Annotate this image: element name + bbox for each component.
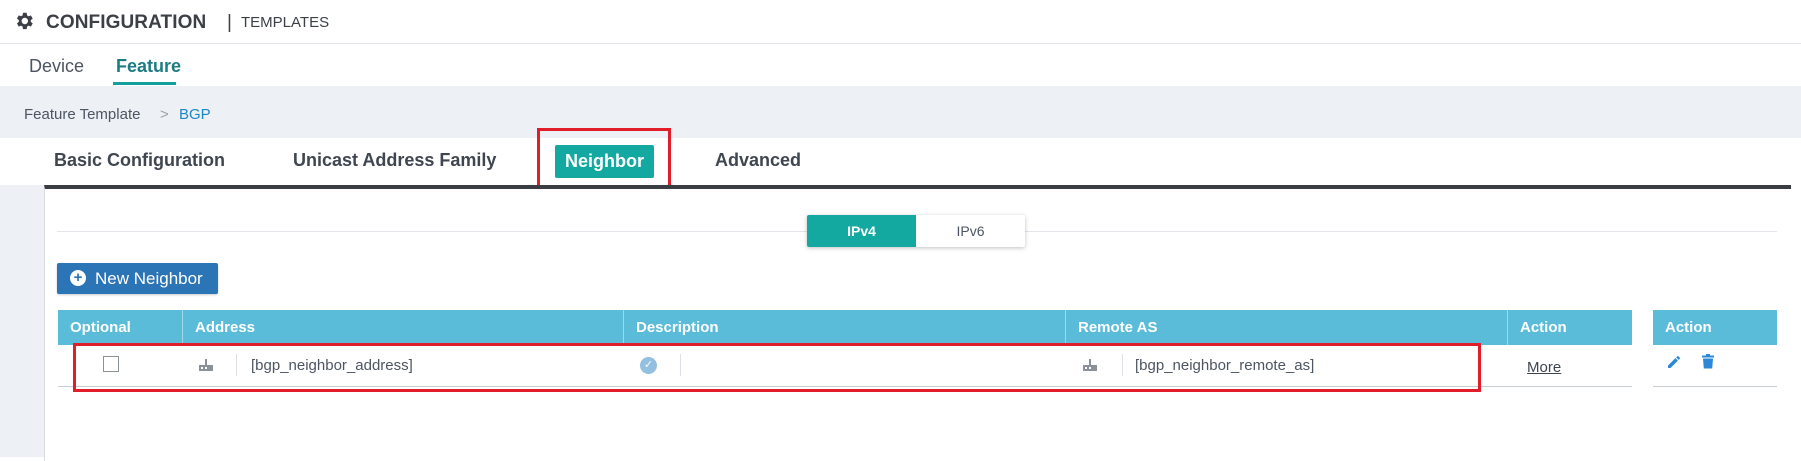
- breadcrumb-feature-template[interactable]: Feature Template: [24, 106, 140, 123]
- column-remote-as: Remote AS: [1066, 310, 1508, 345]
- page-title: CONFIGURATION: [46, 12, 207, 33]
- new-neighbor-label: New Neighbor: [95, 269, 203, 288]
- more-link[interactable]: More: [1527, 359, 1561, 376]
- breadcrumb: Feature Template > BGP: [0, 86, 1801, 138]
- column-optional: Optional: [58, 310, 183, 345]
- left-gutter: [0, 185, 44, 457]
- tab-basic-configuration[interactable]: Basic Configuration: [54, 150, 225, 171]
- new-neighbor-button[interactable]: + New Neighbor: [57, 263, 218, 294]
- breadcrumb-current: BGP: [179, 106, 211, 123]
- tab-advanced[interactable]: Advanced: [715, 150, 801, 171]
- plus-circle-icon: +: [70, 270, 86, 286]
- ipv6-option[interactable]: IPv6: [916, 215, 1025, 247]
- title-separator: |: [227, 12, 232, 33]
- action-row: [1653, 345, 1777, 387]
- column-action-2: Action: [1665, 319, 1712, 336]
- trash-icon[interactable]: [1702, 354, 1714, 369]
- column-address: Address: [183, 310, 624, 345]
- column-description: Description: [624, 310, 1066, 345]
- gear-icon: [16, 12, 33, 30]
- main-tabs: Device Feature: [0, 44, 1801, 86]
- page-subtitle: TEMPLATES: [241, 14, 330, 31]
- action-table-header: Action: [1653, 310, 1777, 345]
- edit-pencil-icon[interactable]: [1667, 355, 1681, 369]
- column-action: Action: [1520, 319, 1567, 336]
- tab-unicast-address-family[interactable]: Unicast Address Family: [293, 150, 496, 171]
- highlight-box-neighbor-row: [73, 343, 1481, 392]
- highlight-box-neighbor-tab: [537, 128, 671, 193]
- active-tab-indicator: [113, 82, 176, 85]
- ipv4-option[interactable]: IPv4: [807, 215, 916, 247]
- ip-version-toggle: IPv4 IPv6: [807, 215, 1025, 247]
- tab-feature[interactable]: Feature: [116, 56, 181, 77]
- breadcrumb-separator: >: [160, 106, 169, 123]
- section-tabs: Basic Configuration Unicast Address Fami…: [0, 139, 1801, 185]
- tab-device[interactable]: Device: [29, 56, 84, 77]
- top-bar: CONFIGURATION | TEMPLATES: [0, 0, 1801, 44]
- table-header: Optional Address Description Remote AS A…: [58, 310, 1632, 345]
